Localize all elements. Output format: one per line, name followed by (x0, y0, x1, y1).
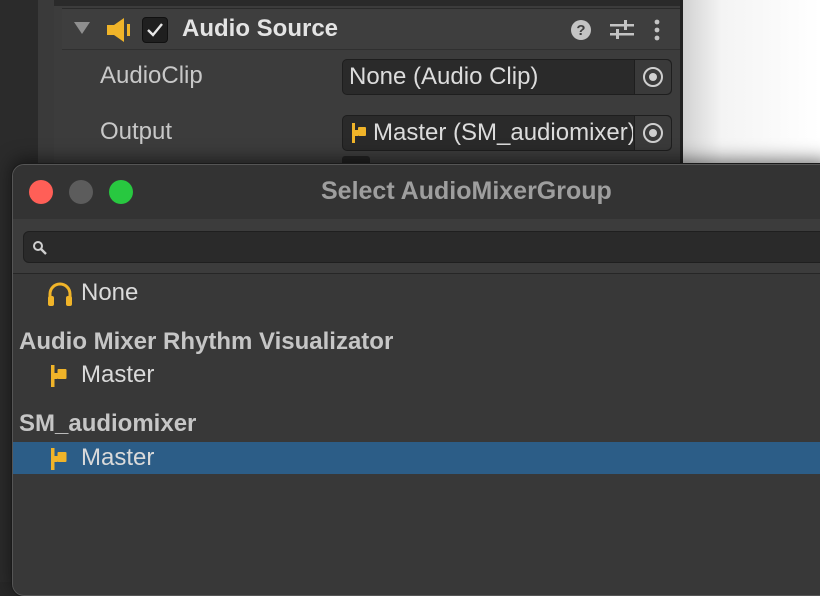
headphones-icon (48, 282, 72, 306)
output-value: Master (SM_audiomixer) (373, 119, 633, 146)
output-picker-button[interactable] (634, 116, 671, 150)
search-input[interactable] (54, 234, 818, 262)
speaker-icon (107, 18, 130, 42)
list-item-label: Master (81, 361, 155, 388)
component-title: Audio Source (182, 15, 339, 42)
group-header: Audio Mixer Rhythm Visualizator (19, 328, 394, 355)
preset-sliders-icon[interactable] (610, 19, 634, 41)
fold-arrow-icon[interactable] (74, 22, 90, 34)
mixer-group-icon (51, 365, 67, 387)
checkmark-icon (147, 23, 163, 37)
select-mixer-group-dialog: Select AudioMixerGroup None Audio Mixer … (12, 164, 820, 596)
object-picker-icon (643, 67, 663, 87)
mixer-group-icon (51, 448, 67, 470)
mixer-group-icon (352, 123, 366, 143)
list-item-label: Master (81, 444, 155, 471)
object-picker-button[interactable] (634, 60, 671, 94)
search-box[interactable] (23, 231, 820, 263)
object-picker-icon (643, 123, 663, 143)
minimize-window-button[interactable] (69, 180, 93, 204)
list-item-label: None (81, 279, 139, 306)
component-enabled-checkbox[interactable] (142, 17, 168, 43)
list-item-master[interactable]: Master (13, 359, 820, 391)
help-icon[interactable]: ? (570, 19, 592, 41)
group-header: SM_audiomixer (19, 410, 197, 437)
zoom-window-button[interactable] (109, 180, 133, 204)
dialog-title: Select AudioMixerGroup (321, 177, 612, 205)
inspector-panel: Audio Source ? AudioClip None (Audio Cli… (54, 0, 680, 170)
search-toolbar (13, 219, 820, 274)
audio-source-header[interactable]: Audio Source ? (62, 8, 680, 50)
output-label: Output (100, 118, 173, 145)
output-field[interactable]: Master (SM_audiomixer) (342, 115, 672, 151)
dialog-titlebar[interactable]: Select AudioMixerGroup (13, 165, 820, 219)
audioclip-label: AudioClip (100, 62, 203, 89)
list-item-none[interactable]: None (13, 277, 820, 309)
search-icon (33, 241, 47, 255)
svg-text:?: ? (576, 22, 585, 39)
kebab-menu-icon[interactable] (652, 19, 662, 41)
audioclip-field[interactable]: None (Audio Clip) (342, 59, 672, 95)
scene-view-pane (680, 0, 820, 165)
close-window-button[interactable] (29, 180, 53, 204)
audioclip-value: None (Audio Clip) (349, 63, 539, 90)
list-item-master-selected[interactable]: Master (13, 442, 820, 474)
mixer-group-list: None Audio Mixer Rhythm Visualizator Mas… (13, 274, 820, 594)
